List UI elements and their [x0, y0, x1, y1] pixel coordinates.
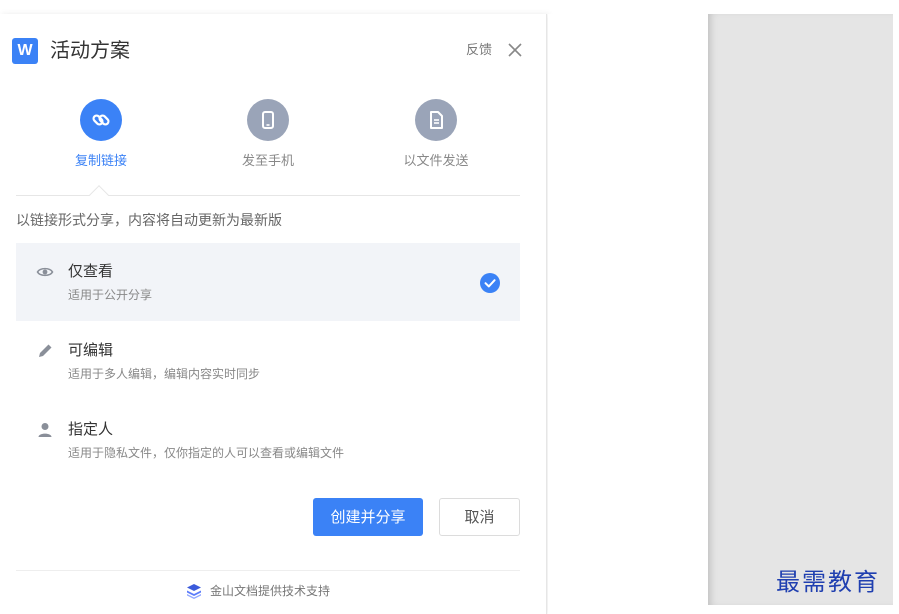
dialog-header: W 活动方案 反馈: [0, 14, 547, 86]
pencil-icon: [39, 344, 52, 357]
editor-canvas: [548, 14, 708, 614]
cancel-button[interactable]: 取消: [439, 498, 520, 536]
tab-icon-circle: [247, 99, 289, 141]
check-icon: [480, 273, 500, 293]
close-icon[interactable]: [505, 40, 525, 60]
tab-copy-link[interactable]: 复制链接: [41, 94, 161, 194]
share-dialog: W 活动方案 反馈 复制链接 发至手机 以文件发送 以链接形式分享，内容将自动更…: [0, 14, 547, 614]
option-view-only[interactable]: 仅查看 适用于公开分享: [16, 243, 520, 321]
tab-icon-circle: [415, 99, 457, 141]
create-and-share-button[interactable]: 创建并分享: [313, 498, 423, 536]
document-icon: [430, 111, 443, 129]
option-description: 适用于公开分享: [68, 288, 153, 302]
screen: W 活动方案 反馈 复制链接 发至手机 以文件发送 以链接形式分享，内容将自动更…: [0, 0, 899, 614]
option-editable[interactable]: 可编辑 适用于多人编辑，编辑内容实时同步: [16, 322, 520, 400]
option-name: 仅查看: [68, 262, 114, 280]
dialog-title: 活动方案: [50, 38, 130, 62]
stack-icon: [187, 584, 201, 599]
phone-icon: [262, 111, 274, 129]
footer-divider: [16, 570, 520, 571]
tab-label: 以文件发送: [403, 154, 469, 169]
document-page-area: [708, 14, 893, 605]
share-description: 以链接形式分享，内容将自动更新为最新版: [16, 213, 282, 229]
tab-send-phone[interactable]: 发至手机: [208, 94, 328, 194]
link-icon: [92, 114, 110, 126]
option-name: 指定人: [68, 420, 114, 438]
wps-logo-icon: W: [12, 38, 38, 64]
tab-label: 发至手机: [241, 154, 294, 169]
option-specified-people[interactable]: 指定人 适用于隐私文件，仅你指定的人可以查看或编辑文件: [16, 401, 520, 479]
feedback-link[interactable]: 反馈: [466, 42, 492, 60]
watermark: 最需教育: [776, 568, 880, 596]
option-description: 适用于隐私文件，仅你指定的人可以查看或编辑文件: [68, 446, 345, 460]
option-name: 可编辑: [68, 341, 114, 359]
tab-icon-circle: [80, 99, 122, 141]
footer-text: 金山文档提供技术支持: [210, 584, 331, 598]
tab-label: 复制链接: [74, 154, 127, 169]
eye-icon: [36, 267, 54, 277]
tab-send-file[interactable]: 以文件发送: [376, 94, 496, 194]
share-method-tabs: 复制链接 发至手机 以文件发送: [16, 94, 520, 205]
person-icon: [38, 423, 52, 437]
option-description: 适用于多人编辑，编辑内容实时同步: [68, 367, 261, 381]
